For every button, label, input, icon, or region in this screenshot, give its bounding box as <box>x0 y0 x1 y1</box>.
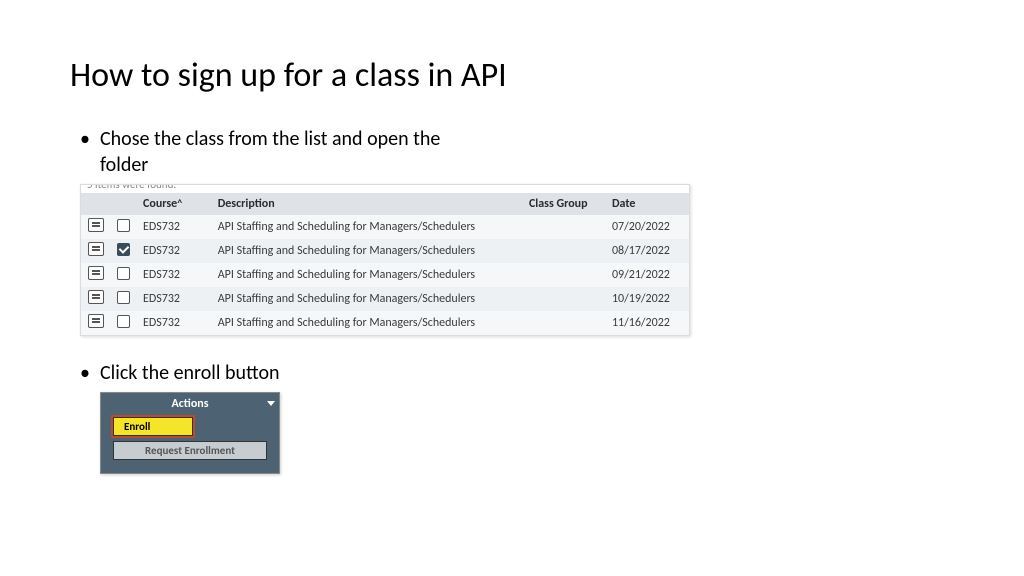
header-date[interactable]: Date <box>606 193 689 215</box>
header-course[interactable]: Course^ <box>137 193 212 215</box>
row-checkbox[interactable] <box>117 243 130 256</box>
cell-description: API Staffing and Scheduling for Managers… <box>212 263 523 287</box>
cell-date: 07/20/2022 <box>606 215 689 239</box>
cell-class-group <box>523 215 606 239</box>
cell-course: EDS732 <box>137 263 212 287</box>
folder-icon[interactable] <box>88 290 104 304</box>
actions-header[interactable]: Actions <box>101 393 279 417</box>
cell-class-group <box>523 263 606 287</box>
header-description[interactable]: Description <box>212 193 523 215</box>
cell-description: API Staffing and Scheduling for Managers… <box>212 311 523 335</box>
folder-icon[interactable] <box>88 218 104 232</box>
table-row[interactable]: EDS732API Staffing and Scheduling for Ma… <box>81 287 689 311</box>
folder-icon[interactable] <box>88 314 104 328</box>
cell-date: 09/21/2022 <box>606 263 689 287</box>
row-checkbox[interactable] <box>117 315 130 328</box>
items-found-label: 5 items were found. <box>81 185 689 193</box>
sort-ascending-icon: ^ <box>177 196 182 209</box>
cell-description: API Staffing and Scheduling for Managers… <box>212 239 523 263</box>
table-row[interactable]: EDS732API Staffing and Scheduling for Ma… <box>81 263 689 287</box>
bullet-click-enroll: Click the enroll button <box>80 360 460 386</box>
cell-course: EDS732 <box>137 215 212 239</box>
row-checkbox[interactable] <box>117 267 130 280</box>
page-title: How to sign up for a class in API <box>70 55 954 96</box>
actions-panel: Actions Enroll Request Enrollment <box>100 392 280 474</box>
request-enrollment-button[interactable]: Request Enrollment <box>113 441 266 460</box>
cell-course: EDS732 <box>137 239 212 263</box>
cell-date: 11/16/2022 <box>606 311 689 335</box>
cell-class-group <box>523 239 606 263</box>
table-row[interactable]: EDS732API Staffing and Scheduling for Ma… <box>81 311 689 335</box>
table-row[interactable]: EDS732API Staffing and Scheduling for Ma… <box>81 215 689 239</box>
enroll-button[interactable]: Enroll <box>113 417 193 436</box>
table-header-row: Course^ Description Class Group Date <box>81 193 689 215</box>
header-course-label: Course <box>143 197 177 211</box>
class-table: 5 items were found. Course^ Description … <box>80 184 690 336</box>
cell-description: API Staffing and Scheduling for Managers… <box>212 287 523 311</box>
cell-course: EDS732 <box>137 311 212 335</box>
cell-date: 08/17/2022 <box>606 239 689 263</box>
row-checkbox[interactable] <box>117 219 130 232</box>
folder-icon[interactable] <box>88 266 104 280</box>
bullet-choose-class: Chose the class from the list and open t… <box>80 126 460 178</box>
cell-description: API Staffing and Scheduling for Managers… <box>212 215 523 239</box>
header-class-group[interactable]: Class Group <box>523 193 606 215</box>
cell-class-group <box>523 311 606 335</box>
table-row[interactable]: EDS732API Staffing and Scheduling for Ma… <box>81 239 689 263</box>
cell-course: EDS732 <box>137 287 212 311</box>
folder-icon[interactable] <box>88 242 104 256</box>
cell-class-group <box>523 287 606 311</box>
cell-date: 10/19/2022 <box>606 287 689 311</box>
row-checkbox[interactable] <box>117 291 130 304</box>
